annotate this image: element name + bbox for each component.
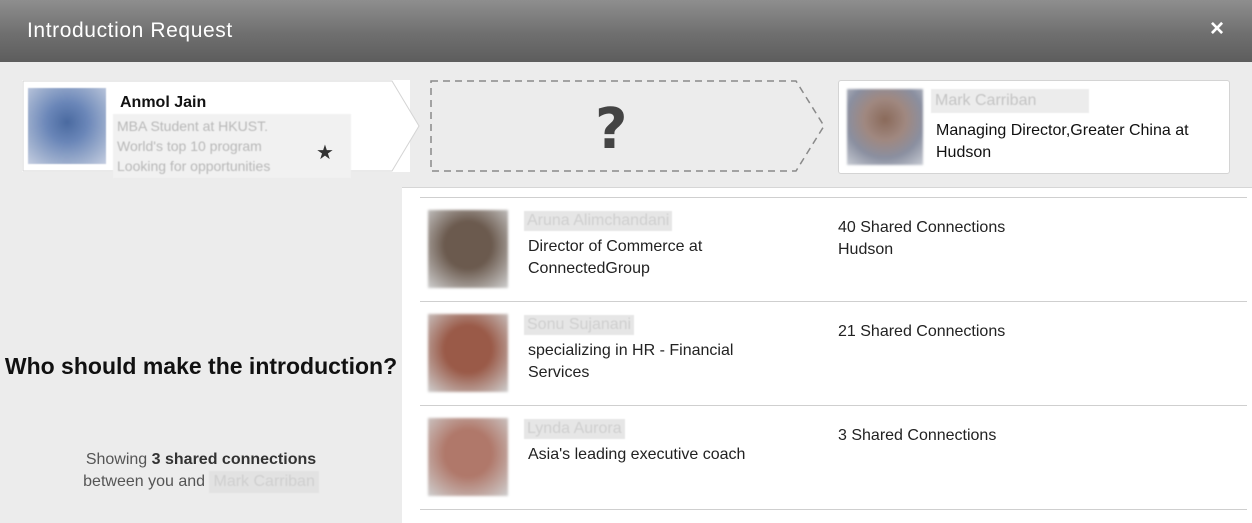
sender-headline-line: World's top 10 program	[117, 138, 262, 154]
target-avatar	[847, 89, 923, 165]
subtext-target-name: Mark Carriban	[209, 471, 319, 493]
question-mark-icon: ?	[595, 97, 628, 162]
connection-avatar	[428, 210, 508, 288]
connection-row[interactable]: Sonu Sujanani specializing in HR - Finan…	[420, 301, 1247, 405]
prompt-panel: Who should make the introduction? Showin…	[0, 187, 402, 523]
connection-row[interactable]: Lynda Aurora Asia's leading executive co…	[420, 405, 1247, 510]
prompt-heading: Who should make the introduction?	[4, 353, 398, 379]
sender-card: Anmol Jain MBA Student at HKUST. World's…	[22, 80, 420, 178]
connection-headline: specializing in HR - Financial Services	[528, 342, 734, 381]
connection-name[interactable]: Lynda Aurora	[524, 419, 625, 439]
dialog-titlebar: Introduction Request ×	[0, 0, 1252, 62]
star-icon: ★	[316, 142, 334, 164]
prompt-subtext: Showing 3 shared connections between you…	[0, 449, 402, 493]
connection-name[interactable]: Sonu Sujanani	[524, 315, 635, 335]
connection-avatar	[428, 314, 508, 392]
sender-avatar	[28, 88, 106, 164]
shared-connections-count: 21 Shared Connections	[838, 323, 1006, 340]
shared-connections-list: Aruna Alimchandani Director of Commerce …	[420, 197, 1247, 510]
connection-headline: Asia's leading executive coach	[528, 446, 746, 463]
sender-headline-line: Looking for opportunities	[117, 158, 271, 174]
dialog-title: Introduction Request	[27, 19, 233, 42]
connection-company: Hudson	[838, 241, 894, 258]
shared-count: 3 shared connections	[151, 451, 317, 468]
target-title: Managing Director,Greater China at Hudso…	[936, 122, 1189, 161]
connection-name[interactable]: Aruna Alimchandani	[524, 211, 673, 231]
subtext-prefix: Showing	[85, 451, 148, 468]
close-icon[interactable]: ×	[1204, 16, 1230, 42]
sender-name: Anmol Jain	[120, 94, 207, 111]
intermediary-placeholder	[430, 80, 825, 172]
target-card: Mark Carriban Managing Director,Greater …	[838, 80, 1230, 174]
shared-connections-count: 3 Shared Connections	[838, 427, 997, 444]
subtext-suffix: between you and	[83, 473, 206, 490]
introduction-request-dialog: Introduction Request × Anmol Jain MBA St…	[0, 0, 1252, 523]
connection-row[interactable]: Aruna Alimchandani Director of Commerce …	[420, 197, 1247, 301]
connection-avatar	[428, 418, 508, 496]
shared-connections-count: 40 Shared Connections	[838, 219, 1006, 236]
target-name: Mark Carriban	[931, 89, 1089, 113]
connection-headline: Director of Commerce at ConnectedGroup	[528, 238, 703, 277]
sender-headline-line: MBA Student at HKUST.	[117, 118, 268, 134]
